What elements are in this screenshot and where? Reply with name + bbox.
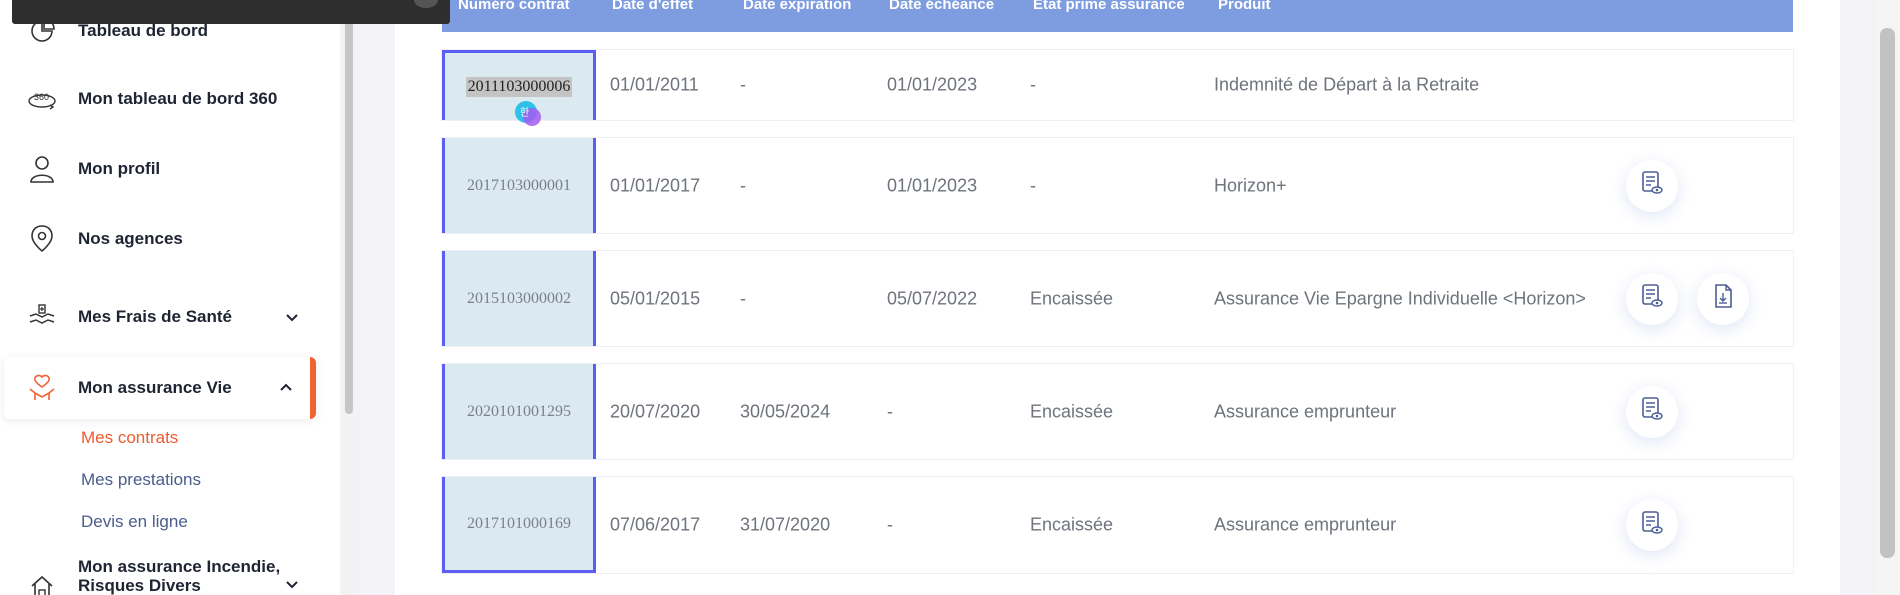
- sidebar-item-tableau-de-bord-360[interactable]: 360 Mon tableau de bord 360: [4, 68, 316, 130]
- svg-text:360: 360: [34, 92, 49, 102]
- tooltip: [12, 0, 450, 24]
- sub-item-devis-en-ligne[interactable]: Devis en ligne: [81, 512, 188, 532]
- chevron-down-icon: [284, 309, 300, 325]
- product-name: Assurance Vie Epargne Individuelle <Hori…: [1214, 288, 1586, 308]
- view-contract-button[interactable]: [1626, 272, 1678, 325]
- effect-date: 01/01/2017: [610, 175, 701, 195]
- sub-item-mes-contrats[interactable]: Mes contrats: [81, 428, 178, 448]
- product-name: Assurance emprunteur: [1214, 514, 1397, 535]
- sidebar-item-label: Mon profil: [78, 159, 161, 178]
- effect-date: 20/07/2020: [610, 401, 701, 421]
- product-name: Indemnité de Départ à la Retraite: [1214, 74, 1480, 95]
- view-contract-button[interactable]: [1626, 159, 1678, 212]
- contract-number: 2020101001295: [467, 402, 571, 420]
- table-row[interactable]: 2017103000001 01/01/2017 - 01/01/2023 - …: [442, 138, 1793, 233]
- sidebar-item-nos-agences[interactable]: Nos agences: [4, 208, 316, 270]
- sidebar-item-label: Mon assurance Incendie, Risques Divers: [78, 557, 281, 595]
- contract-number-cell[interactable]: 2020101001295: [442, 364, 596, 459]
- due-date: -: [887, 514, 893, 535]
- view-document-icon: [1640, 283, 1664, 314]
- view-document-icon: [1640, 510, 1664, 541]
- sidebar-item-label: Mon assurance Vie: [78, 378, 232, 397]
- column-header-due-date: Date échéance: [889, 0, 995, 13]
- chevron-down-icon: [284, 576, 300, 592]
- table-row[interactable]: 2011103000006 01/01/2011 - 01/01/2023 - …: [442, 50, 1793, 120]
- column-header-contract: Numéro contrat: [458, 0, 570, 13]
- sidebar: Tableau de bord 360 Mon tableau de bord …: [0, 0, 450, 595]
- effect-date: 07/06/2017: [610, 514, 701, 535]
- view-document-icon: [1640, 396, 1664, 427]
- due-date: 05/07/2022: [887, 288, 978, 308]
- dashboard-360-icon: 360: [26, 83, 58, 115]
- due-date: 01/01/2023: [887, 74, 978, 95]
- user-icon: [26, 153, 58, 185]
- svg-text:한: 한: [520, 107, 529, 119]
- contract-number-cell[interactable]: 2017101000169: [442, 477, 596, 573]
- sidebar-item-label: Nos agences: [78, 229, 183, 248]
- tooltip-close-icon[interactable]: [414, 0, 438, 8]
- location-pin-icon: [26, 223, 58, 255]
- contract-number: 2017101000169: [467, 514, 571, 532]
- contract-number: 2015103000002: [467, 289, 571, 307]
- table-header: Numéro contrat Date d'effet Date expirat…: [442, 0, 1793, 32]
- view-contract-button[interactable]: [1626, 385, 1678, 438]
- view-contract-button[interactable]: [1626, 499, 1678, 551]
- contract-number: 2017103000001: [467, 176, 571, 194]
- sidebar-item-mon-profil[interactable]: Mon profil: [4, 138, 316, 200]
- column-header-expiration-date: Date expiration: [743, 0, 852, 13]
- effect-date: 05/01/2015: [610, 288, 701, 308]
- table-row[interactable]: 2017101000169 07/06/2017 31/07/2020 - En…: [442, 477, 1793, 573]
- expiration-date: -: [740, 74, 746, 95]
- expiration-date: 31/07/2020: [740, 514, 831, 535]
- sidebar-item-label: Mon tableau de bord 360: [78, 89, 278, 108]
- download-document-icon: [1711, 283, 1735, 314]
- right-gutter: [1840, 0, 1877, 595]
- product-name: Horizon+: [1214, 175, 1287, 195]
- product-name: Assurance emprunteur: [1214, 401, 1397, 421]
- sidebar-item-mon-assurance-vie[interactable]: Mon assurance Vie: [4, 357, 316, 419]
- sidebar-scroll-thumb[interactable]: [345, 6, 353, 414]
- chevron-up-icon: [278, 380, 294, 396]
- table-row[interactable]: 2020101001295 20/07/2020 30/05/2024 - En…: [442, 364, 1793, 459]
- effect-date: 01/01/2011: [610, 74, 699, 95]
- contract-number-cell[interactable]: 2017103000001: [442, 138, 596, 233]
- contract-number-cell[interactable]: 2015103000002: [442, 251, 596, 346]
- home-icon: [26, 571, 58, 595]
- sidebar-item-mes-frais-de-sante[interactable]: Mes Frais de Santé: [4, 286, 316, 348]
- premium-status: Encaissée: [1030, 514, 1114, 535]
- translate-icon[interactable]: 한: [513, 99, 543, 129]
- download-contract-button[interactable]: [1697, 272, 1749, 325]
- sidebar-item-label: Mes Frais de Santé: [78, 307, 233, 326]
- view-document-icon: [1640, 170, 1664, 201]
- column-header-product: Produit: [1218, 0, 1271, 13]
- column-header-effect-date: Date d'effet: [612, 0, 694, 13]
- expiration-date: -: [740, 175, 746, 195]
- premium-status: -: [1030, 175, 1036, 195]
- expiration-date: -: [740, 288, 746, 308]
- expiration-date: 30/05/2024: [740, 401, 831, 421]
- premium-status: -: [1030, 74, 1036, 95]
- column-header-status: Etat prime assurance: [1033, 0, 1185, 13]
- premium-status: Encaissée: [1030, 401, 1114, 421]
- premium-status: Encaissée: [1030, 288, 1114, 308]
- table-row[interactable]: 2015103000002 05/01/2015 - 05/07/2022 En…: [442, 251, 1793, 346]
- sidebar-item-label: Tableau de bord: [78, 21, 209, 40]
- sidebar-item-assurance-incendie[interactable]: Mon assurance Incendie, Risques Divers: [4, 548, 316, 595]
- app-root: Tableau de bord 360 Mon tableau de bord …: [0, 0, 1900, 595]
- contract-number: 2011103000006: [465, 76, 573, 97]
- due-date: 01/01/2023: [887, 175, 978, 195]
- health-hands-icon: [26, 301, 58, 333]
- sub-item-mes-prestations[interactable]: Mes prestations: [81, 470, 201, 490]
- due-date: -: [887, 401, 893, 421]
- life-insurance-icon: [26, 372, 58, 404]
- page-scroll-thumb[interactable]: [1880, 28, 1895, 558]
